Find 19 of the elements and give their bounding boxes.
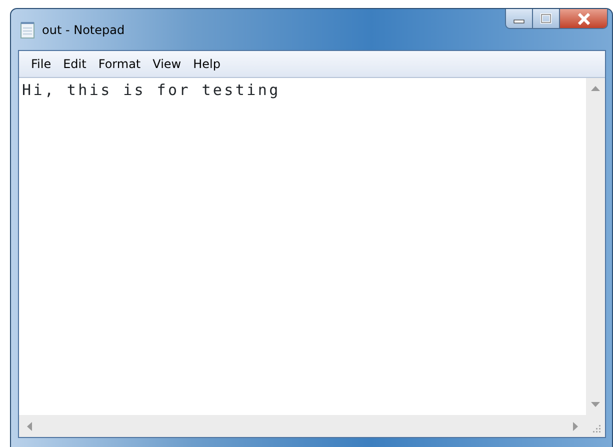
resize-grip-icon[interactable] <box>592 424 601 433</box>
notepad-icon <box>20 20 36 38</box>
minimize-button[interactable] <box>506 9 533 28</box>
menu-item[interactable]: View <box>146 55 188 73</box>
window-title: out - Notepad <box>42 22 125 38</box>
maximize-button[interactable] <box>533 9 560 28</box>
menu-item[interactable]: Edit <box>57 55 92 73</box>
scroll-down-icon[interactable] <box>591 402 600 407</box>
scroll-up-icon[interactable] <box>591 86 600 91</box>
scroll-right-icon[interactable] <box>573 422 578 430</box>
menu-item[interactable]: Help <box>187 55 226 73</box>
text-content: Hi, this is for testing <box>21 80 282 101</box>
maximize-icon <box>540 13 552 24</box>
close-icon <box>576 12 590 24</box>
close-button[interactable] <box>560 9 607 28</box>
scroll-left-icon[interactable] <box>27 422 32 430</box>
menu-item[interactable]: Format <box>92 55 147 73</box>
menu-item[interactable]: File <box>25 55 58 73</box>
vertical-scrollbar[interactable] <box>586 78 605 415</box>
